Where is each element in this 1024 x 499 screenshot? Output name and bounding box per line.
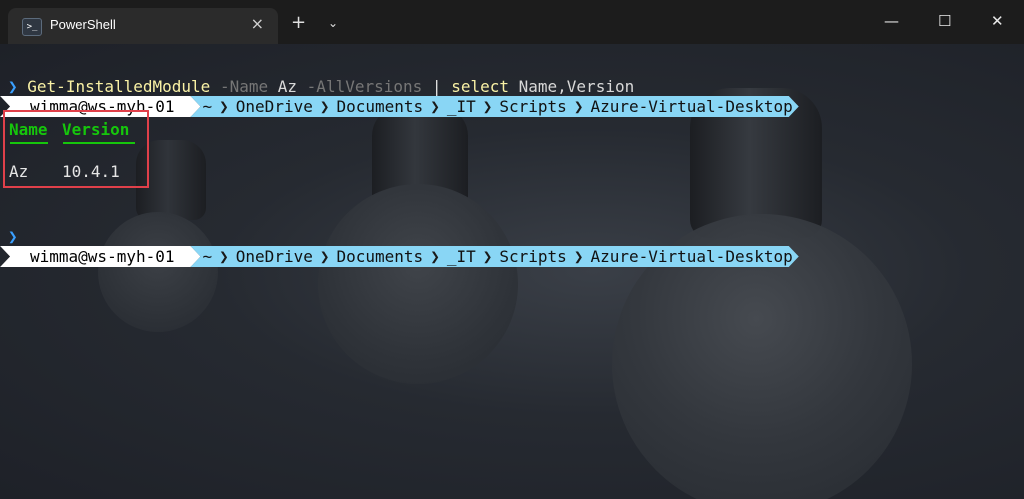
prompt-path-segment: ~ ❯ OneDrive ❯ Documents ❯ _IT ❯ Scripts ❯ Azure-V… xyxy=(191,96,799,117)
input-line[interactable]: ❯ xyxy=(8,226,18,247)
path-item: Documents xyxy=(336,97,424,116)
output-cell-version: 10.4.1 xyxy=(62,162,120,181)
chevron-down-icon[interactable]: ⌄ xyxy=(328,16,338,30)
header-underline xyxy=(10,142,48,144)
command-parameter: -Name xyxy=(219,77,269,96)
prompt-path-segment: ~ ❯ OneDrive ❯ Documents ❯ _IT ❯ Scripts ❯ Azure-V… xyxy=(191,246,799,267)
header-underline xyxy=(63,142,135,144)
command-pipe: | xyxy=(431,77,442,96)
terminal-window: >_ PowerShell × + ⌄ — ☐ ✕ wimma@ws-myh-0… xyxy=(0,0,1024,499)
prompt-chevron-icon: ❯ xyxy=(8,227,18,246)
path-home: ~ xyxy=(202,247,213,266)
title-bar: >_ PowerShell × + ⌄ — ☐ ✕ xyxy=(0,0,1024,44)
path-item: Azure-Virtual-Desktop xyxy=(590,97,793,116)
close-tab-icon[interactable]: × xyxy=(251,14,264,33)
path-item: OneDrive xyxy=(235,247,313,266)
path-item: Scripts xyxy=(499,247,567,266)
prompt-line-2: wimma@ws-myh-01 ~ ❯ OneDrive ❯ Documents ❯ _IT… xyxy=(0,204,799,225)
path-item: _IT xyxy=(446,247,476,266)
command-parameter: -AllVersions xyxy=(306,77,423,96)
command-line: ❯ Get-InstalledModule -Name Az -AllVersi… xyxy=(8,76,634,97)
tab-powershell[interactable]: >_ PowerShell × xyxy=(8,8,278,44)
minimize-button[interactable]: — xyxy=(884,12,899,30)
prompt-user-segment: wimma@ws-myh-01 xyxy=(0,246,201,267)
new-tab-button[interactable]: + xyxy=(291,14,306,32)
tab-title: PowerShell xyxy=(50,17,116,32)
maximize-button[interactable]: ☐ xyxy=(938,12,951,30)
path-home: ~ xyxy=(202,97,213,116)
path-item: OneDrive xyxy=(235,97,313,116)
output-header-version: Version xyxy=(62,120,130,139)
powershell-icon: >_ xyxy=(22,18,42,36)
output-highlight-box: Name Version Az 10.4.1 xyxy=(3,110,149,188)
prompt-chevron-icon: ❯ xyxy=(8,77,18,96)
output-cell-name: Az xyxy=(9,162,29,181)
path-item: Documents xyxy=(336,247,424,266)
path-item: _IT xyxy=(446,97,476,116)
command-argument: Az xyxy=(277,77,298,96)
prompt-line-1: wimma@ws-myh-01 ~ ❯ OneDrive ❯ Documents ❯ _IT… xyxy=(0,54,799,75)
command-fields: Name,Version xyxy=(518,77,635,96)
command-cmdlet: Get-InstalledModule xyxy=(27,77,211,96)
terminal-content[interactable]: wimma@ws-myh-01 ~ ❯ OneDrive ❯ Documents ❯ _IT… xyxy=(0,44,1024,499)
path-item: Scripts xyxy=(499,97,567,116)
path-item: Azure-Virtual-Desktop xyxy=(590,247,793,266)
output-header-name: Name xyxy=(9,120,48,139)
command-select: select xyxy=(451,77,509,96)
close-window-button[interactable]: ✕ xyxy=(991,12,1004,30)
